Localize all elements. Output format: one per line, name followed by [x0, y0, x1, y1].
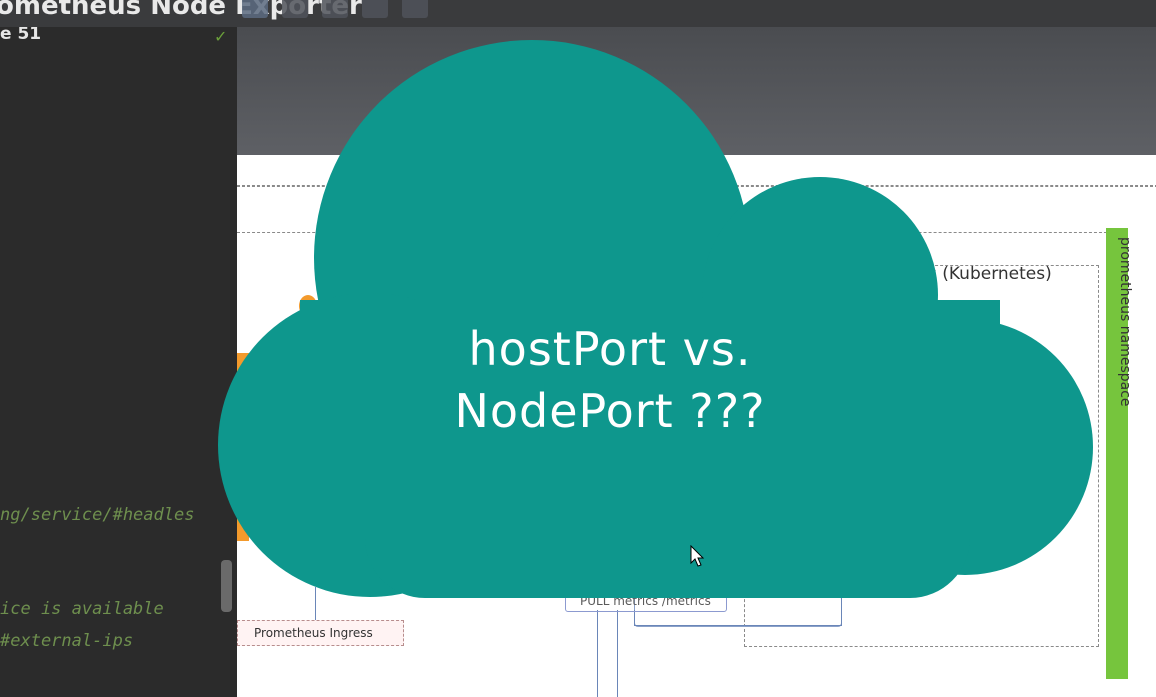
mouse-cursor-icon: [690, 545, 705, 567]
zoom-in-icon[interactable]: [242, 0, 268, 18]
code-line: ng/service/#headles: [0, 505, 195, 525]
connector-line: [617, 610, 618, 697]
outer-boundary: [237, 185, 1156, 187]
diagram-toolbar: [242, 0, 428, 22]
code-line: ice is available: [0, 599, 164, 619]
prometheus-ingress-box: Prometheus Ingress: [237, 620, 404, 646]
export-icon[interactable]: [362, 0, 388, 18]
zoom-out-icon[interactable]: [282, 0, 308, 18]
orange-icon: [299, 295, 317, 317]
heading-line-1: hostPort vs.: [468, 322, 752, 376]
code-editor-pane[interactable]: e 51 ✓ ng/service/#headles ice is availa…: [0, 27, 237, 697]
heading-line-2: NodePort ???: [454, 384, 766, 438]
checkmark-icon: ✓: [214, 27, 228, 46]
pull-metrics-box: PULL metrics /metrics: [565, 590, 727, 612]
editor-tab-label[interactable]: e 51: [0, 27, 41, 44]
cluster-label: rs (Kubernetes): [921, 264, 1052, 284]
code-line: #external-ips: [0, 631, 134, 651]
connector-line: [315, 587, 316, 620]
connector-line: [634, 610, 635, 626]
editor-scrollbar[interactable]: [221, 560, 232, 612]
orange-node: [237, 353, 249, 541]
window-title-bar: ometheus Node Exporter: [0, 0, 1156, 27]
connector-line: [841, 595, 842, 625]
connector-line: [597, 610, 598, 697]
cloud-heading: hostPort vs. NodePort ???: [380, 318, 840, 442]
zoom-fit-icon[interactable]: [322, 0, 348, 18]
viewer-background: [237, 27, 1156, 155]
edit-icon[interactable]: [402, 0, 428, 18]
namespace-label: prometheus namespace: [1117, 237, 1133, 407]
connector-line: [634, 625, 842, 626]
